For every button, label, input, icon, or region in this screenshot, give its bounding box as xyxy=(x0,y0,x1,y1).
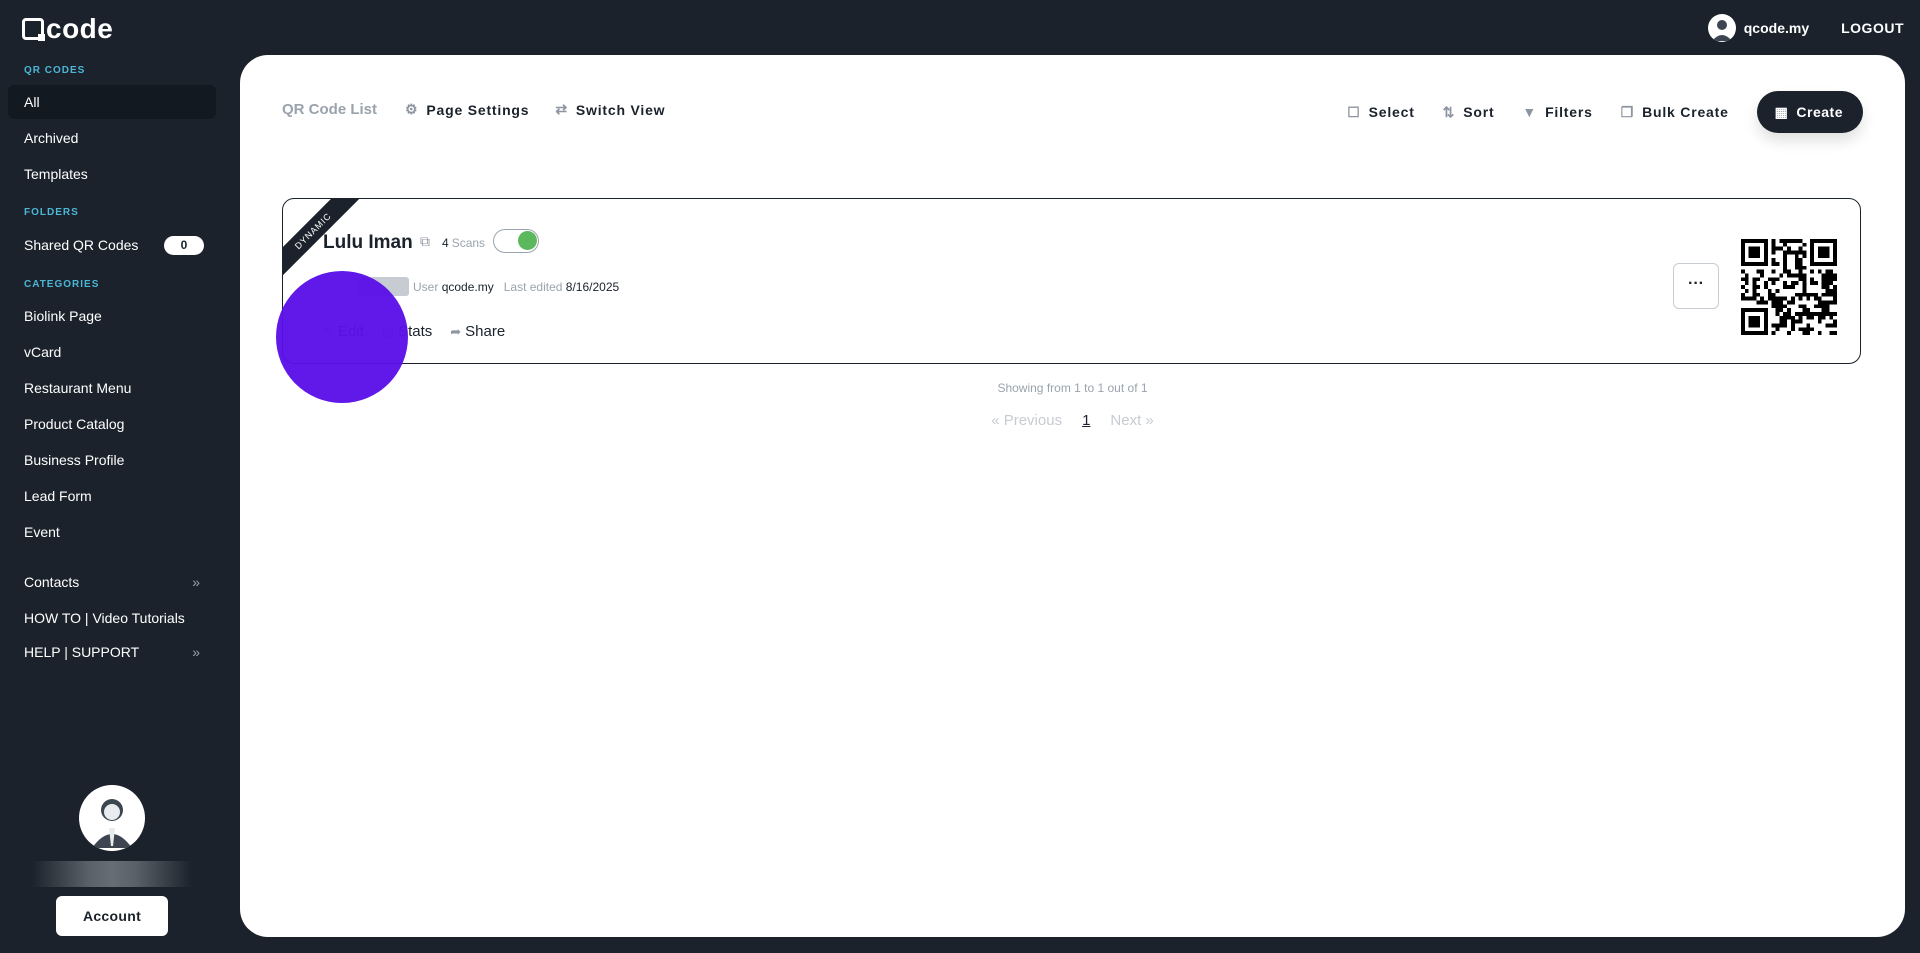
section-title-categories: CATEGORIES xyxy=(24,279,100,290)
sidebar-item-label: Contacts xyxy=(24,574,80,590)
section-title-qr-codes: QR CODES xyxy=(24,65,86,76)
count-badge: 0 xyxy=(164,236,204,255)
sidebar-item-archived[interactable]: Archived xyxy=(8,121,216,155)
qcode-logo[interactable]: code xyxy=(22,13,113,45)
results-summary: Showing from 1 to 1 out of 1 xyxy=(997,381,1148,395)
active-toggle[interactable] xyxy=(493,229,539,253)
gear-icon: ⚙ xyxy=(405,101,419,117)
pagination: « Previous 1 Next » xyxy=(240,412,1905,429)
edit-label: Edit xyxy=(337,323,364,340)
sidebar-item-restaurant-menu[interactable]: Restaurant Menu xyxy=(8,371,216,405)
card-actions: ✎ Edit ▥ Stats ➦ Share xyxy=(323,323,523,340)
filters-button[interactable]: ▼ Filters xyxy=(1522,104,1592,120)
chevron-double-right-icon: » xyxy=(192,574,200,590)
sidebar-item-vcard[interactable]: vCard xyxy=(8,335,216,369)
blurred-user-name xyxy=(32,861,192,887)
switch-view-button[interactable]: ⇄ Switch View xyxy=(555,101,665,118)
last-edited-value: 8/16/2025 xyxy=(565,280,620,294)
sidebar-item-label: Shared QR Codes xyxy=(24,237,139,253)
user-label: User xyxy=(413,280,439,294)
avatar[interactable] xyxy=(1707,14,1736,42)
sidebar-item-all[interactable]: All xyxy=(8,85,216,119)
logo-q-mark xyxy=(22,18,45,41)
sidebar-item-lead-form[interactable]: Lead Form xyxy=(8,479,216,513)
copy-icon: ❐ xyxy=(1620,103,1635,120)
page-link-1[interactable]: 1 xyxy=(1082,412,1090,429)
external-link-icon[interactable]: ⧉ xyxy=(420,233,430,250)
section-title-folders: FOLDERS xyxy=(24,207,79,218)
select-label: Select xyxy=(1368,104,1415,120)
pencil-icon: ✎ xyxy=(323,323,334,339)
checkbox-icon: ☐ xyxy=(1347,103,1361,120)
page-settings-button[interactable]: ⚙ Page Settings xyxy=(405,101,529,118)
account-button[interactable]: Account xyxy=(56,896,168,936)
last-edited-label: Last edited xyxy=(503,280,563,294)
sidebar-item-label: HOW TO | Video Tutorials xyxy=(24,610,185,626)
sidebar-item-business-profile[interactable]: Business Profile xyxy=(8,443,216,477)
sort-icon: ⇅ xyxy=(1442,103,1456,120)
share-button[interactable]: ➦ Share xyxy=(450,323,505,340)
page-settings-label: Page Settings xyxy=(426,101,530,118)
stats-label: Stats xyxy=(398,323,433,340)
sidebar-item-shared-qr-codes[interactable]: Shared QR Codes 0 xyxy=(8,228,216,262)
edit-button[interactable]: ✎ Edit xyxy=(323,323,364,340)
logo-text: code xyxy=(46,13,114,44)
main-panel: QR Code List ⚙ Page Settings ⇄ Switch Vi… xyxy=(240,55,1905,937)
user-avatar-icon xyxy=(1711,20,1732,41)
qr-plus-icon: ▦ xyxy=(1774,103,1789,120)
qr-code-image[interactable] xyxy=(1741,239,1837,335)
sidebar-item-product-catalog[interactable]: Product Catalog xyxy=(8,407,216,441)
scan-count: 4 Scans xyxy=(442,236,485,250)
qr-meta: User qcode.my Last edited 8/16/2025 xyxy=(413,280,619,294)
username: qcode.my xyxy=(1743,20,1810,36)
scan-count-label: Scans xyxy=(451,236,486,250)
scan-count-value: 4 xyxy=(442,236,449,250)
toggle-knob xyxy=(518,231,537,250)
swap-arrows-icon: ⇄ xyxy=(555,101,568,117)
switch-view-label: Switch View xyxy=(575,101,666,118)
create-button[interactable]: ▦ Create xyxy=(1756,91,1863,133)
user-area: qcode.my LOGOUT xyxy=(1707,14,1904,42)
page-title: QR Code List xyxy=(282,101,378,118)
create-label: Create xyxy=(1796,104,1843,120)
user-avatar-icon xyxy=(92,799,132,848)
chart-icon: ▥ xyxy=(381,323,395,339)
bulk-create-button[interactable]: ❐ Bulk Create xyxy=(1621,104,1729,121)
select-button[interactable]: ☐ Select xyxy=(1347,104,1414,121)
stats-button[interactable]: ▥ Stats xyxy=(382,323,432,340)
sidebar-item-event[interactable]: Event xyxy=(8,515,216,549)
sidebar-item-templates[interactable]: Templates xyxy=(8,157,216,191)
more-options-button[interactable]: ··· xyxy=(1673,263,1719,309)
user-value: qcode.my xyxy=(441,280,494,294)
sidebar-item-video-tutorials[interactable]: HOW TO | Video Tutorials xyxy=(8,601,216,635)
share-label: Share xyxy=(465,323,506,340)
sort-label: Sort xyxy=(1463,104,1495,120)
folder-tag xyxy=(358,277,409,296)
share-icon: ➦ xyxy=(450,323,462,339)
sidebar-item-contacts[interactable]: Contacts » xyxy=(8,565,216,599)
next-page-link[interactable]: Next » xyxy=(1110,412,1153,429)
qr-code-card[interactable]: DYNAMIC Lulu Iman ⧉ 4 Scans User qcode.my… xyxy=(282,198,1861,364)
previous-page-link[interactable]: « Previous xyxy=(991,412,1062,429)
sidebar-item-biolink-page[interactable]: Biolink Page xyxy=(8,299,216,333)
qr-code-name[interactable]: Lulu Iman xyxy=(323,232,413,254)
toolbar-right: ☐ Select ⇅ Sort ▼ Filters ❐ Bulk Create … xyxy=(1347,91,1863,133)
bulk-create-label: Bulk Create xyxy=(1642,104,1729,120)
filters-label: Filters xyxy=(1545,104,1593,120)
sidebar-item-help-support[interactable]: HELP | SUPPORT » xyxy=(8,635,216,669)
toolbar-left: QR Code List ⚙ Page Settings ⇄ Switch Vi… xyxy=(282,101,691,118)
sidebar: QR CODES All Archived Templates FOLDERS … xyxy=(0,55,240,953)
chevron-double-right-icon: » xyxy=(192,644,200,660)
sort-button[interactable]: ⇅ Sort xyxy=(1443,104,1495,121)
top-bar: code qcode.my LOGOUT xyxy=(0,0,1920,55)
filter-icon: ▼ xyxy=(1522,104,1538,120)
sidebar-item-label: HELP | SUPPORT xyxy=(24,644,140,660)
avatar[interactable] xyxy=(79,785,145,851)
logout-button[interactable]: LOGOUT xyxy=(1841,20,1904,36)
